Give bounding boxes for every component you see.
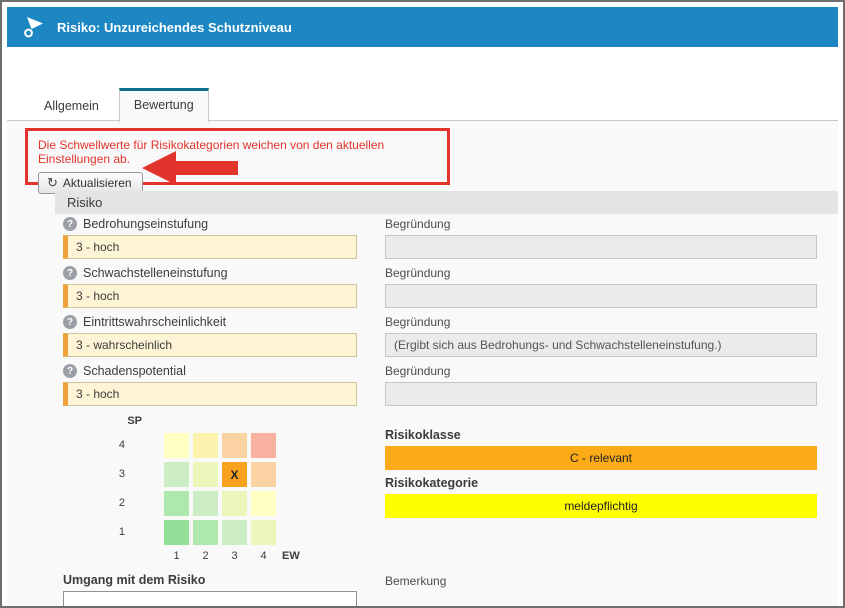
risk-category-label: Risikokategorie: [385, 476, 478, 491]
field-value-box[interactable]: 3 - hoch: [63, 235, 357, 259]
matrix-row-label: 3: [85, 462, 160, 487]
field-label-row: ? Schadenspotential: [63, 363, 186, 379]
matrix-spacer: [280, 433, 320, 458]
matrix-cell: [193, 462, 218, 487]
matrix-spacer: [193, 413, 218, 429]
matrix-cell: [251, 433, 276, 458]
matrix-cell: [251, 520, 276, 545]
field-value-box[interactable]: 3 - hoch: [63, 284, 357, 308]
matrix-row-label: 1: [85, 520, 160, 545]
matrix-spacer: [280, 462, 320, 487]
help-icon[interactable]: ?: [63, 364, 77, 378]
reason-label: Begründung: [385, 265, 450, 281]
refresh-button-label: Aktualisieren: [63, 176, 132, 190]
reason-label: Begründung: [385, 314, 450, 330]
field-label: Eintrittswahrscheinlichkeit: [83, 315, 226, 329]
matrix-cell: [164, 433, 189, 458]
matrix-spacer: [222, 413, 247, 429]
matrix-cell: [193, 520, 218, 545]
matrix-col-label: 2: [193, 549, 218, 563]
matrix-cell: [164, 462, 189, 487]
matrix-spacer: [164, 413, 189, 429]
help-icon[interactable]: ?: [63, 266, 77, 280]
matrix-col-label: 3: [222, 549, 247, 563]
reason-input[interactable]: [385, 235, 817, 259]
matrix-cell: [222, 491, 247, 516]
matrix-cell: [164, 491, 189, 516]
red-arrow-icon: [140, 149, 240, 192]
remark-label: Bemerkung: [385, 573, 446, 589]
matrix-cell: [193, 433, 218, 458]
matrix-spacer: [280, 520, 320, 545]
field-label: Schwachstelleneinstufung: [83, 266, 228, 280]
field-label: Bedrohungseinstufung: [83, 217, 208, 231]
matrix-cell: [251, 491, 276, 516]
tab-bar: Allgemein Bewertung: [30, 88, 209, 122]
matrix-row-label: 4: [85, 433, 160, 458]
app-logo-icon: [21, 14, 47, 40]
reason-input[interactable]: (Ergibt sich aus Bedrohungs- und Schwach…: [385, 333, 817, 357]
matrix-spacer: [280, 413, 320, 429]
reason-input[interactable]: [385, 284, 817, 308]
risk-class-label: Risikoklasse: [385, 428, 461, 443]
matrix-cell: [251, 462, 276, 487]
reason-label: Begründung: [385, 216, 450, 232]
field-label: Schadenspotential: [83, 364, 186, 378]
matrix-spacer: [251, 413, 276, 429]
risk-window: Risiko: Unzureichendes Schutzniveau Allg…: [0, 0, 845, 608]
reason-label: Begründung: [385, 363, 450, 379]
risk-class-value: C - relevant: [385, 446, 817, 470]
matrix-col-label: 1: [164, 549, 189, 563]
risk-handling-select[interactable]: [63, 591, 357, 606]
help-icon[interactable]: ?: [63, 315, 77, 329]
risk-section-header: Risiko: [55, 191, 838, 214]
tab-allgemein[interactable]: Allgemein: [30, 90, 113, 122]
matrix-col-label: 4: [251, 549, 276, 563]
field-value-box[interactable]: 3 - hoch: [63, 382, 357, 406]
help-icon[interactable]: ?: [63, 217, 77, 231]
matrix-cell: [164, 520, 189, 545]
reason-input[interactable]: [385, 382, 817, 406]
titlebar: Risiko: Unzureichendes Schutzniveau: [7, 7, 838, 47]
risk-matrix: SP43X211234EW: [85, 413, 320, 563]
matrix-cell: [222, 520, 247, 545]
risk-handling-label: Umgang mit dem Risiko: [63, 573, 205, 588]
matrix-ew-label: EW: [280, 549, 320, 563]
refresh-icon: ↻: [47, 177, 58, 189]
window-title: Risiko: Unzureichendes Schutzniveau: [57, 20, 292, 35]
bewertung-panel: Die Schwellwerte für Risikokategorien we…: [7, 120, 838, 606]
field-label-row: ? Bedrohungseinstufung: [63, 216, 208, 232]
matrix-spacer: [280, 491, 320, 516]
tab-bewertung[interactable]: Bewertung: [119, 88, 209, 122]
matrix-cell: [193, 491, 218, 516]
field-label-row: ? Eintrittswahrscheinlichkeit: [63, 314, 226, 330]
matrix-cell: [222, 433, 247, 458]
risk-category-value: meldepflichtig: [385, 494, 817, 518]
matrix-marker-cell: X: [222, 462, 247, 487]
matrix-spacer: [85, 549, 160, 563]
field-label-row: ? Schwachstelleneinstufung: [63, 265, 228, 281]
matrix-sp-label: SP: [85, 413, 160, 429]
matrix-row-label: 2: [85, 491, 160, 516]
field-value-box[interactable]: 3 - wahrscheinlich: [63, 333, 357, 357]
